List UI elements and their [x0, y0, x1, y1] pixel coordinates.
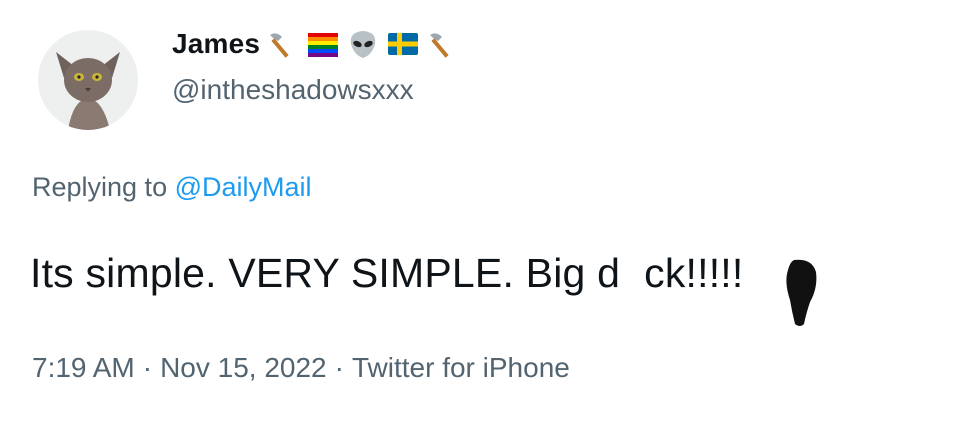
rainbow-flag-emoji-icon: [306, 29, 340, 59]
tweet-time[interactable]: 7:19 AM: [32, 352, 135, 383]
meta-separator: ·: [142, 352, 153, 383]
display-name[interactable]: James: [172, 28, 260, 60]
alien-emoji-icon: [346, 29, 380, 59]
avatar[interactable]: [38, 30, 138, 130]
tweet-text-after: ck!!!!!: [644, 250, 744, 296]
tweet-source[interactable]: Twitter for iPhone: [352, 352, 570, 383]
replying-to: Replying to @DailyMail: [32, 172, 312, 203]
tweet-date[interactable]: Nov 15, 2022: [160, 352, 327, 383]
axe-emoji-icon: [266, 29, 300, 59]
meta-separator: ·: [334, 352, 344, 383]
axe-emoji-icon: [426, 29, 460, 59]
redaction-mark: [786, 259, 817, 326]
cat-avatar-icon: [38, 30, 138, 130]
author-name-row[interactable]: James: [172, 26, 460, 62]
tweet-metadata: 7:19 AM · Nov 15, 2022 · Twitter for iPhone: [32, 352, 570, 384]
tweet-card: James @intheshadowsxxx Replying to @Dail…: [0, 0, 980, 423]
tweet-text-before: Its simple. VERY SIMPLE. Big d: [30, 250, 621, 296]
sweden-flag-emoji-icon: [386, 29, 420, 59]
replying-prefix: Replying to: [32, 172, 168, 202]
tweet-text: Its simple. VERY SIMPLE. Big d ck!!!!!: [30, 250, 743, 297]
user-handle[interactable]: @intheshadowsxxx: [172, 74, 414, 106]
reply-mention-link[interactable]: @DailyMail: [175, 172, 312, 202]
